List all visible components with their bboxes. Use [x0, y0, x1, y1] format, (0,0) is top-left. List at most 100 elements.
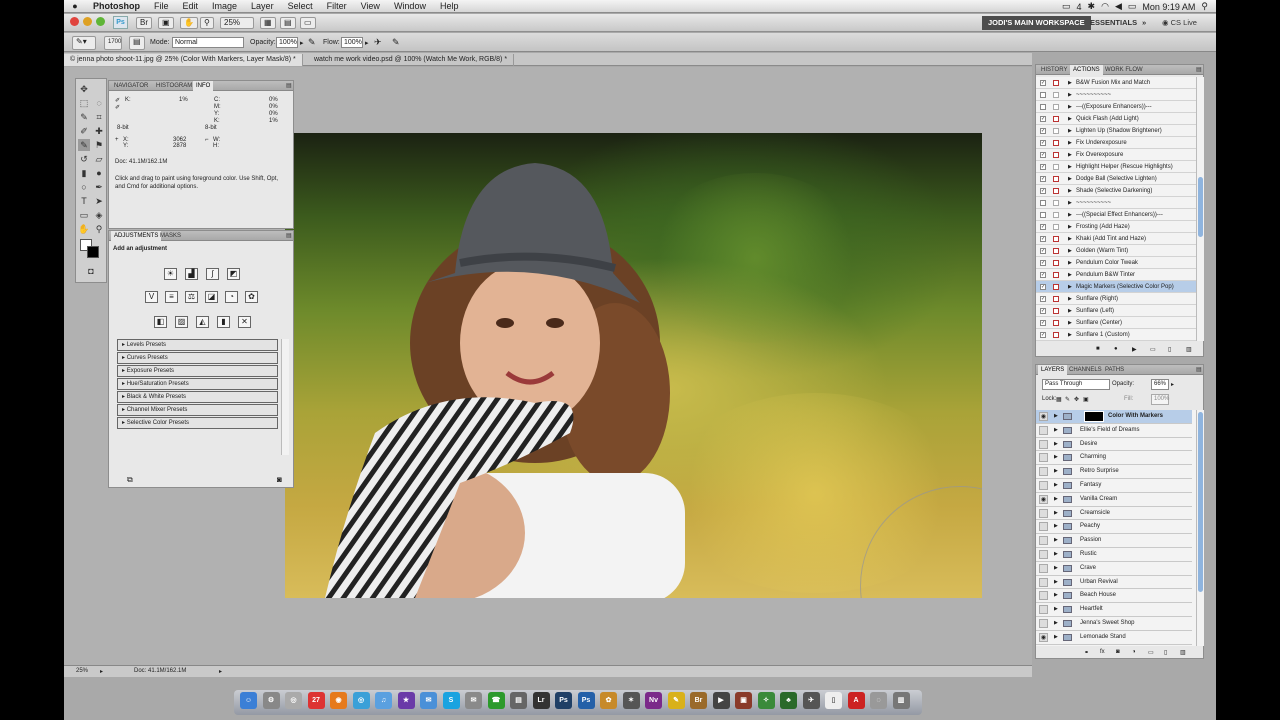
expand-triangle-icon[interactable]: ▶ [1054, 603, 1058, 616]
action-dialog-toggle[interactable] [1053, 140, 1059, 146]
layer-row[interactable]: ▶ Beach House [1036, 589, 1192, 604]
expand-triangle-icon[interactable]: ▶ [1054, 410, 1058, 423]
action-row[interactable]: ✓ ▶ Sunflare (Center) [1036, 317, 1196, 329]
expand-triangle-icon[interactable]: ▶ [1068, 257, 1072, 269]
pen-tool-icon[interactable]: ✒ [93, 181, 105, 193]
play-action-icon[interactable]: ▶ [1132, 346, 1137, 353]
imovie-icon[interactable]: ★ [397, 692, 415, 709]
opacity-field[interactable]: 100% [276, 37, 298, 48]
gradient-map-icon[interactable]: ▮ [217, 316, 230, 328]
panel-menu-icon[interactable]: ▤ [283, 81, 295, 91]
compass-icon[interactable]: ◎ [285, 692, 302, 709]
hue-saturation-icon[interactable]: ≡ [165, 291, 178, 303]
action-row[interactable]: ✓ ▶ B&W Fusion Mix and Match [1036, 77, 1196, 89]
action-toggle-checkbox[interactable]: ✓ [1040, 260, 1046, 266]
action-row[interactable]: ✓ ▶ Quick Flash (Add Light) [1036, 113, 1196, 125]
visibility-eye-icon[interactable] [1039, 508, 1048, 518]
action-dialog-toggle[interactable] [1053, 248, 1059, 254]
nvu-icon[interactable]: Nv [645, 692, 662, 709]
action-toggle-checkbox[interactable]: ✓ [1040, 272, 1046, 278]
brush-tool-icon[interactable]: ✎ [78, 139, 90, 151]
expand-triangle-icon[interactable]: ▶ [1068, 197, 1072, 209]
visibility-eye-icon[interactable]: ◉ [1039, 412, 1048, 421]
expand-triangle-icon[interactable]: ▶ [1054, 465, 1058, 478]
action-dialog-toggle[interactable] [1053, 152, 1059, 158]
action-row[interactable]: ✓ ▶ Golden (Warm Tint) [1036, 245, 1196, 257]
expand-triangle-icon[interactable]: ▶ [1068, 221, 1072, 233]
menu-help[interactable]: Help [433, 1, 466, 11]
expand-triangle-icon[interactable]: ▶ [1054, 438, 1058, 451]
3d-rotate-tool-icon[interactable]: ◈ [93, 209, 105, 221]
threshold-icon[interactable]: ◭ [196, 316, 209, 328]
layer-row[interactable]: ▶ Ellie's Field of Dreams [1036, 424, 1192, 438]
brightness-contrast-icon[interactable]: ☀ [164, 268, 177, 280]
action-dialog-toggle[interactable] [1053, 200, 1059, 206]
dodge-tool-icon[interactable]: ○ [78, 181, 90, 193]
marquee-tool-icon[interactable]: ⬚ [78, 97, 90, 109]
visibility-eye-icon[interactable] [1039, 550, 1048, 559]
expand-triangle-icon[interactable]: ▶ [1068, 281, 1072, 293]
view-extras-button[interactable]: ▦ [260, 17, 276, 29]
system-preferences-icon[interactable]: ⚙ [262, 692, 280, 709]
action-row[interactable]: ✓ ▶ Sunflare (Left) [1036, 305, 1196, 317]
apple-icon[interactable]: ● [64, 1, 86, 11]
action-toggle-checkbox[interactable] [1040, 200, 1046, 206]
airbrush-icon[interactable]: ✈ [374, 37, 382, 48]
action-toggle-checkbox[interactable]: ✓ [1040, 224, 1046, 230]
action-row[interactable]: ✓ ▶ Highlight Helper (Rescue Highlights) [1036, 161, 1196, 173]
brush-panel-toggle[interactable]: ▤ [129, 36, 145, 50]
tab-history[interactable]: HISTORY [1038, 65, 1070, 75]
workspace-jodis-main-button[interactable]: JODI'S MAIN WORKSPACE [982, 16, 1091, 30]
status-zoom[interactable]: 25% [76, 668, 88, 674]
visibility-eye-icon[interactable] [1039, 481, 1048, 490]
delete-action-icon[interactable]: ▥ [1186, 346, 1192, 353]
path-select-tool-icon[interactable]: ➤ [93, 195, 105, 207]
tab-paths[interactable]: PATHS [1102, 365, 1127, 375]
action-dialog-toggle[interactable] [1053, 80, 1059, 86]
status-arrow-icon[interactable]: ▸ [100, 668, 103, 675]
posterize-icon[interactable]: ▨ [175, 316, 188, 328]
adjustments-scrollbar[interactable] [281, 339, 289, 455]
move-tool-icon[interactable]: ✥ [78, 83, 90, 95]
action-row[interactable]: ✓ ▶ Lighten Up (Shadow Brightener) [1036, 125, 1196, 137]
menu-app-name[interactable]: Photoshop [86, 1, 147, 11]
zoom-window-icon[interactable] [96, 17, 105, 26]
expand-triangle-icon[interactable]: ▶ [1054, 534, 1058, 547]
layers-scrollbar[interactable] [1196, 410, 1204, 646]
action-toggle-checkbox[interactable]: ✓ [1040, 164, 1046, 170]
action-row[interactable]: ✓ ▶ Dodge Ball (Selective Lighten) [1036, 173, 1196, 185]
fill-field[interactable]: 100% [1151, 394, 1169, 405]
tool-preset-picker[interactable]: ✎▾ [72, 36, 96, 50]
menu-file[interactable]: File [147, 1, 176, 11]
action-row[interactable]: ✓ ▶ Fix Underexposure [1036, 137, 1196, 149]
acrobat-icon[interactable]: A [847, 692, 865, 709]
hue-saturation-presets-row[interactable]: ▸ Hue/Saturation Presets [117, 378, 278, 390]
action-dialog-toggle[interactable] [1053, 164, 1059, 170]
channel-mixer-icon[interactable]: ✿ [245, 291, 258, 303]
layer-mask-thumbnail[interactable] [1084, 411, 1104, 422]
trash-icon[interactable]: ▥ [892, 692, 910, 709]
action-toggle-checkbox[interactable]: ✓ [1040, 296, 1046, 302]
action-row[interactable]: ▶ ---((Special Effect Enhancers))--- [1036, 209, 1196, 221]
pressure-opacity-icon[interactable]: ✎ [308, 37, 316, 48]
action-row[interactable]: ✓ ▶ Sunflare 1 (Custom) [1036, 329, 1196, 341]
background-color-swatch[interactable] [87, 246, 99, 258]
layer-row[interactable]: ▶ Peachy [1036, 520, 1192, 535]
tree-icon[interactable]: ♣ [780, 692, 797, 709]
bluetooth-icon[interactable]: ✱ [1088, 1, 1096, 12]
action-toggle-checkbox[interactable] [1040, 212, 1046, 218]
document-photo[interactable] [285, 133, 982, 598]
expand-triangle-icon[interactable]: ▶ [1054, 520, 1058, 533]
layer-row[interactable]: ▶ Charming [1036, 451, 1192, 466]
action-toggle-checkbox[interactable]: ✓ [1040, 236, 1046, 242]
visibility-eye-icon[interactable]: ◉ [1039, 494, 1048, 504]
black-white-presets-row[interactable]: ▸ Black & White Presets [117, 391, 278, 403]
tab-work-flow[interactable]: WORK FLOW [1102, 65, 1146, 75]
layer-row[interactable]: ▶ Retro Surprise [1036, 465, 1192, 479]
lock-pixels-icon[interactable]: ✎ [1065, 396, 1070, 403]
tab-masks[interactable]: MASKS [157, 231, 184, 241]
channel-mixer-presets-row[interactable]: ▸ Channel Mixer Presets [117, 404, 278, 416]
pressure-size-icon[interactable]: ✎ [392, 37, 400, 48]
close-window-icon[interactable] [70, 17, 79, 26]
layer-row[interactable]: ◉ ▶ Color With Markers [1036, 410, 1192, 424]
